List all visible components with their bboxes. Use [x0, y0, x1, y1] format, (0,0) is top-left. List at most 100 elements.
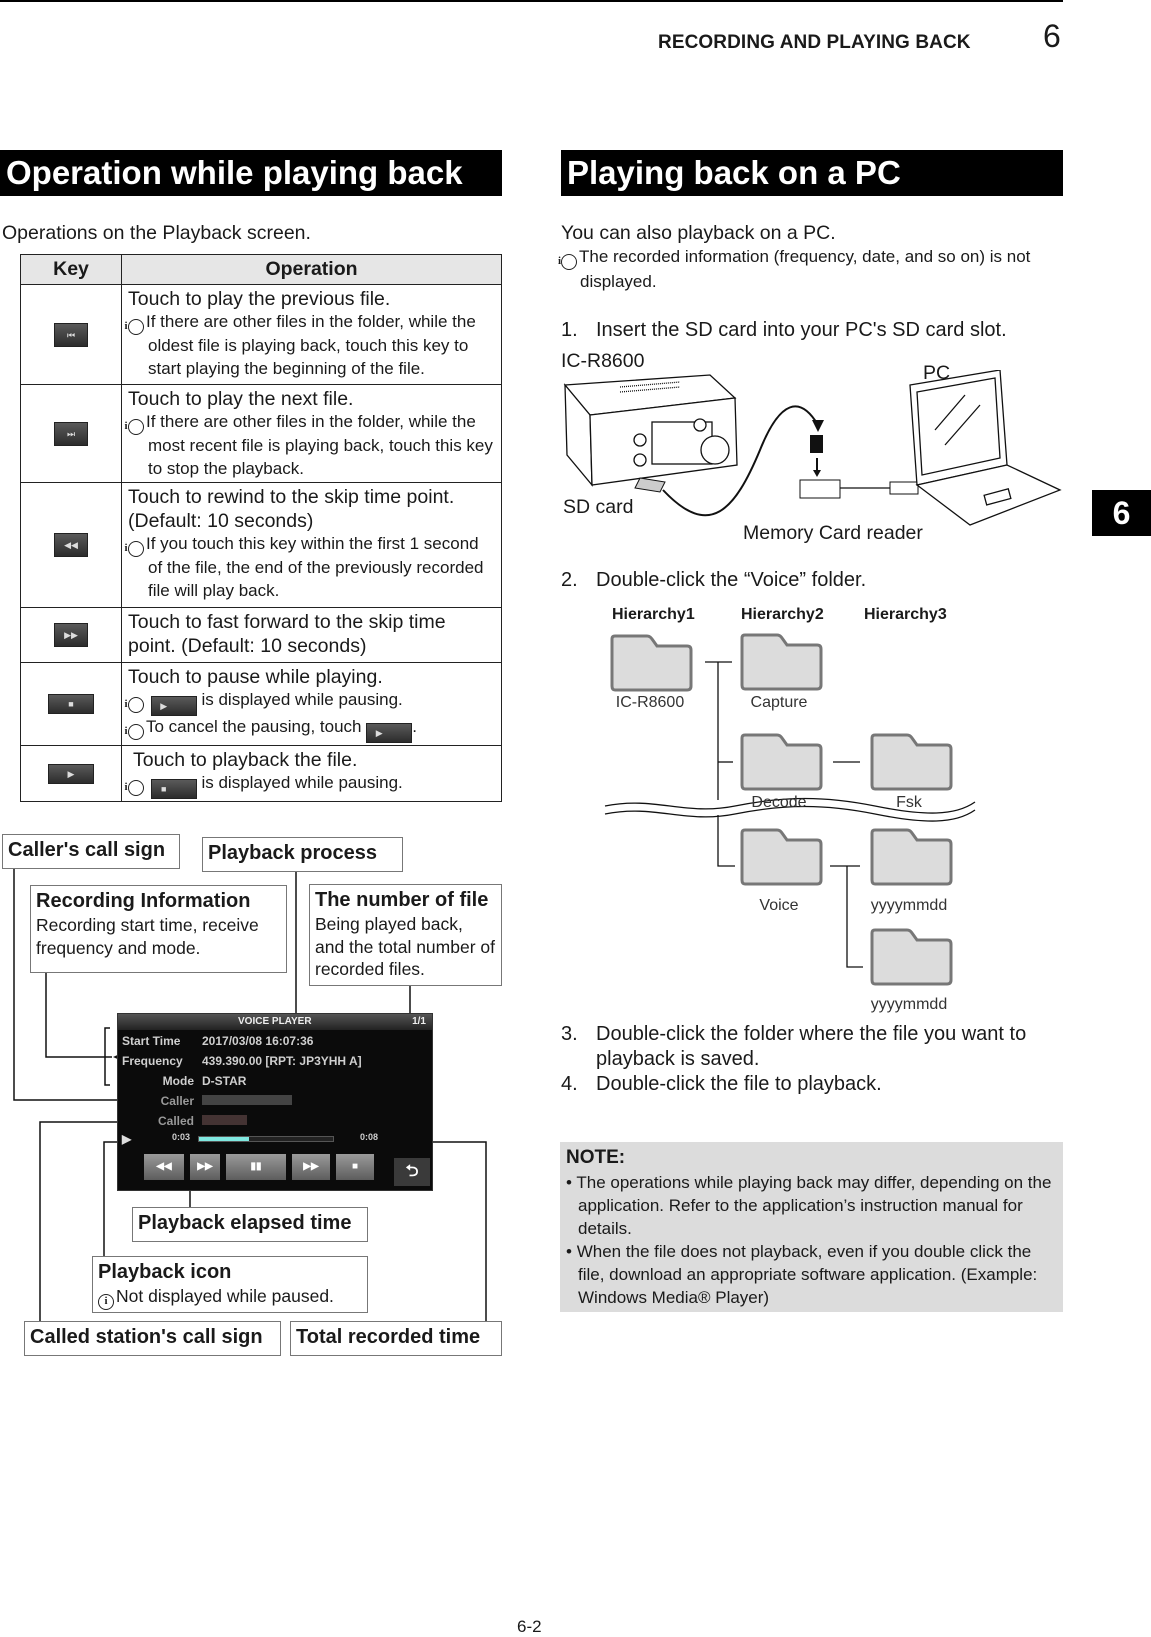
- callout-callers-call-sign: Caller's call sign: [2, 834, 180, 869]
- frequency-value: 439.390.00 [RPT: JP3YHH A]: [202, 1054, 362, 1068]
- folder-label: Voice: [759, 897, 799, 914]
- start-time-label: Start Time: [122, 1034, 181, 1048]
- info-icon: i: [124, 724, 144, 740]
- folder-label: yyyymmdd: [870, 996, 948, 1013]
- operation-note: If there are other files in the folder, …: [146, 412, 493, 478]
- callout-playback-elapsed-time: Playback elapsed time: [132, 1207, 368, 1242]
- callout-playback-process: Playback process: [202, 837, 403, 872]
- callout-description: Recording start time, receive frequency …: [36, 915, 259, 958]
- laptop-icon: [909, 370, 1062, 526]
- rewind-button: ◀◀: [144, 1154, 184, 1180]
- screen-title: VOICE PLAYER: [238, 1016, 312, 1027]
- folder-label: Decode: [751, 794, 807, 811]
- callout-title: Playback elapsed time: [138, 1212, 352, 1234]
- chapter-side-tab: 6: [1092, 490, 1151, 536]
- step-number: 3.: [561, 1023, 578, 1045]
- right-intro-note: i The recorded information (frequency, da…: [558, 245, 1061, 293]
- next-file-icon: ⏭: [54, 421, 88, 446]
- operation-main: Touch to play the previous file.: [128, 288, 391, 310]
- chapter-number: 6: [1043, 18, 1061, 54]
- frequency-label: Frequency: [122, 1054, 183, 1068]
- callout-total-recorded-time: Total recorded time: [290, 1321, 502, 1356]
- callout-called-station-call-sign: Called station's call sign: [24, 1321, 281, 1356]
- right-intro: You can also playback on a PC.: [561, 222, 836, 244]
- play-icon: ▶: [366, 723, 413, 743]
- left-intro: Operations on the Playback screen.: [2, 222, 311, 244]
- callout-recording-information: Recording Information Recording start ti…: [30, 885, 287, 973]
- progress-fill: [199, 1137, 250, 1141]
- elapsed-time: 0:03: [172, 1132, 191, 1142]
- card-reader-icon: [799, 479, 841, 499]
- callout-description: Not displayed while paused.: [116, 1286, 334, 1306]
- operation-note: is displayed while pausing.: [201, 690, 403, 709]
- screen-title-bar: VOICE PLAYER 1/1: [118, 1014, 432, 1030]
- folder-label: IC-R8600: [615, 694, 685, 711]
- info-icon: i: [98, 1294, 114, 1310]
- step-text: Double-click the file to playback.: [596, 1073, 882, 1095]
- connector-recording-info: [45, 973, 112, 1058]
- folder-icon: [610, 634, 693, 692]
- called-value-blurred: [202, 1115, 247, 1125]
- usb-plug-icon: [889, 481, 919, 495]
- info-icon: i: [124, 419, 144, 435]
- step-number: 1.: [561, 319, 578, 341]
- table-row: ⏮ Touch to play the previous file. i If t…: [20, 284, 502, 385]
- callout-number-of-file: The number of file Being played back, an…: [309, 884, 502, 986]
- column-header-key: Key: [20, 254, 122, 285]
- fast-forward-icon: ▶▶: [54, 623, 88, 647]
- mode-label: Mode: [162, 1074, 194, 1088]
- playback-state-icon: ▶: [122, 1132, 132, 1146]
- info-icon: i: [558, 254, 577, 270]
- operation-main: Touch to playback the file.: [133, 749, 358, 771]
- arrowhead-icon: [813, 470, 821, 477]
- caller-value-blurred: [202, 1095, 292, 1105]
- sd-card-small-icon: [810, 435, 823, 453]
- step-4: 4. Double-click the file to playback.: [561, 1072, 882, 1097]
- screen-buttons: ◀◀ ▶▶ ▮▮ ▶▶ ■: [144, 1154, 374, 1180]
- step-2: 2. Double-click the “Voice” folder.: [561, 568, 866, 593]
- pause-icon: ■: [150, 779, 197, 799]
- callout-title: Total recorded time: [296, 1326, 481, 1348]
- section-title-pc: Playing back on a PC: [561, 150, 1063, 196]
- step-number: 4.: [561, 1073, 578, 1095]
- step-text: Double-click the “Voice” folder.: [596, 569, 867, 591]
- fast-forward-button: ▶▶: [190, 1154, 220, 1180]
- folder-icon: [870, 828, 953, 886]
- folder-icon: [870, 733, 953, 791]
- folder-label: Fsk: [896, 794, 922, 811]
- folder-label: Capture: [750, 694, 808, 711]
- table-row: ▶ Touch to playback the file. i ■ is dis…: [20, 745, 502, 802]
- callout-playback-icon: Playback icon i Not displayed while pause…: [92, 1256, 368, 1313]
- running-title: RECORDING AND PLAYING BACK: [658, 32, 971, 53]
- total-time: 0:08: [360, 1132, 379, 1142]
- callout-description: Being played back, and the total number …: [315, 914, 495, 979]
- callout-title: Recording Information: [36, 890, 251, 912]
- operation-main: Touch to pause while playing.: [128, 666, 383, 688]
- operation-main: Touch to fast forward to the skip time p…: [128, 611, 446, 657]
- section-title-operation: Operation while playing back: [0, 150, 502, 196]
- info-icon: i: [124, 780, 144, 796]
- arrowhead-icon: [812, 420, 824, 432]
- pause-icon: ■: [48, 694, 94, 714]
- folder-tree: [604, 633, 976, 986]
- stop-button: ■: [336, 1154, 374, 1180]
- callout-title: Playback icon: [98, 1261, 232, 1283]
- page-number: 6-2: [517, 1617, 542, 1636]
- folder-icon: [740, 828, 823, 886]
- info-icon: i: [124, 697, 144, 713]
- punctuation: .: [412, 717, 417, 736]
- note-bullet: • When the file does not playback, even …: [566, 1242, 1038, 1307]
- callout-title: The number of file: [315, 889, 489, 911]
- caller-label: Caller: [160, 1094, 194, 1108]
- column-header-operation: Operation: [121, 254, 502, 285]
- rewind-icon: ◀◀: [54, 533, 88, 557]
- folder-icon: [740, 733, 823, 791]
- play-icon: ▶: [150, 696, 197, 716]
- note-bullet-text: The operations while playing back may di…: [576, 1173, 1052, 1238]
- info-icon: i: [124, 319, 144, 335]
- top-rule: [0, 0, 1063, 2]
- step-number: 2.: [561, 569, 578, 591]
- return-button: ⮌: [394, 1158, 430, 1186]
- step-3: 3. Double-click the folder where the file…: [561, 1022, 1061, 1072]
- operation-note: is displayed while pausing.: [201, 773, 403, 792]
